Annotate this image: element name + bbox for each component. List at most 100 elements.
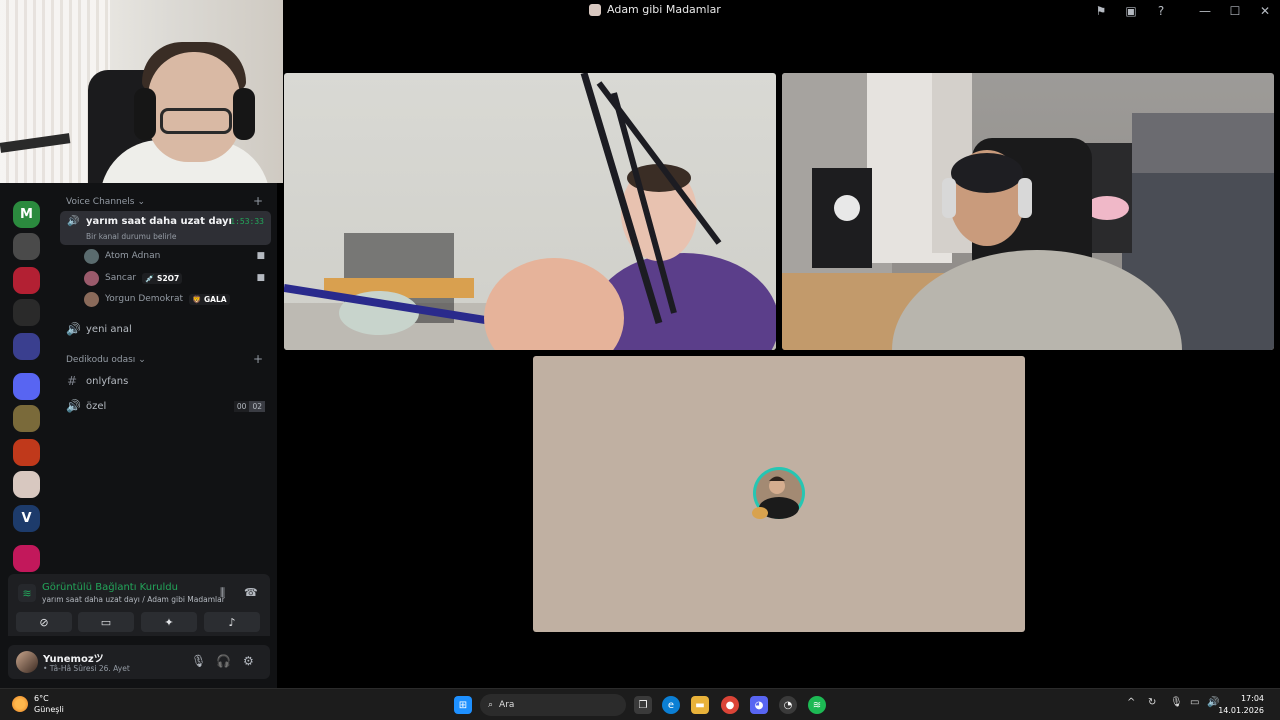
system-clock[interactable]: 17:04 14.01.2026 (1218, 693, 1264, 717)
video-feed-image (284, 73, 776, 350)
screen-share-icon[interactable]: ▭ (78, 612, 134, 632)
video-feed-image (782, 73, 1274, 350)
signal-icon[interactable]: ≋ (18, 584, 36, 602)
guild-folder-icon[interactable] (13, 373, 40, 400)
video-tile[interactable] (284, 73, 776, 350)
close-icon[interactable]: ✕ (1250, 0, 1280, 22)
category-voice-channels[interactable]: Voice Channels ⌄ (66, 197, 145, 207)
chevron-up-icon[interactable]: ^ (1127, 697, 1135, 708)
category-dedikodu[interactable]: Dedikodu odası ⌄ (66, 355, 146, 365)
taskbar-search[interactable]: ⌕ Ara (480, 694, 626, 716)
window-title: Adam gibi Madamlar (589, 3, 721, 16)
flag-icon[interactable]: ⚑ (1086, 0, 1116, 22)
help-icon[interactable]: ? (1146, 0, 1176, 22)
avatar (84, 291, 99, 307)
headphones-icon[interactable]: 🎧 (216, 654, 231, 668)
camera-off-icon[interactable]: ⊘ (16, 612, 72, 632)
guild-7-icon[interactable] (13, 405, 40, 432)
member-tag: 💉 S2O7 (142, 272, 183, 284)
category-label: Dedikodu odası (66, 355, 136, 365)
voice-connection-panel: ≋ Görüntülü Bağlantı Kuruldu yarım saat … (8, 574, 270, 636)
guild-3-icon[interactable] (13, 267, 40, 294)
disconnect-icon[interactable]: ☎ (244, 586, 258, 599)
guild-m-icon[interactable]: M (13, 201, 40, 228)
guild-10-icon[interactable]: V (13, 505, 40, 532)
voice-member[interactable]: Yorgun Demokrat 🦁 GALA (84, 290, 230, 308)
avatar (84, 270, 99, 286)
inbox-icon[interactable]: ▣ (1116, 0, 1146, 22)
chrome-icon[interactable]: ● (721, 696, 739, 714)
voice-member[interactable]: Atom Adnan (84, 247, 160, 265)
user-panel: Yunemozツ • Tâ-Hâ Sûresi 26. Ayet 🎙 🎧 ⚙ (8, 645, 270, 679)
guild-2-icon[interactable] (13, 233, 40, 260)
guild-5-icon[interactable] (13, 333, 40, 360)
member-name: Atom Adnan (105, 251, 161, 261)
add-channel-icon[interactable]: + (253, 194, 263, 208)
avatar (84, 248, 99, 264)
guild-folder-pink-icon[interactable] (13, 545, 40, 572)
video-tile-camera-off[interactable] (533, 356, 1025, 632)
user-count: 00 (233, 401, 250, 412)
maximize-icon[interactable]: ☐ (1220, 0, 1250, 22)
windows-taskbar: 6°C Güneşli ⊞ ⌕ Ara ❐ e ▬ ● ◕ ◔ ≋ ^ ↻ 🎙 … (0, 688, 1280, 720)
soundboard-icon[interactable]: ♪ (204, 612, 260, 632)
title-bar: Adam gibi Madamlar ⚑ ▣ ? — ☐ ✕ (283, 0, 1280, 22)
network-icon[interactable]: ▭ (1190, 697, 1199, 708)
user-avatar[interactable] (16, 651, 38, 673)
voice-channel-name: yarım saat daha uzat dayı (86, 216, 232, 227)
text-channel-onlyfans[interactable]: # onlyfans (66, 372, 128, 390)
user-limit-badge: 00 02 (233, 401, 265, 412)
start-windows-icon[interactable]: ⊞ (454, 696, 472, 714)
minimize-icon[interactable]: — (1190, 0, 1220, 22)
user-custom-status: • Tâ-Hâ Sûresi 26. Ayet (43, 664, 130, 673)
user-limit: 02 (249, 401, 265, 412)
noise-suppression-icon[interactable]: ⫼ (220, 586, 225, 600)
guild-8-icon[interactable] (13, 439, 40, 466)
settings-gear-icon[interactable]: ⚙ (243, 654, 254, 668)
window-title-text: Adam gibi Madamlar (607, 3, 721, 16)
channel-name: yeni anal (86, 323, 132, 335)
connection-status[interactable]: Görüntülü Bağlantı Kuruldu (42, 582, 178, 593)
chevron-down-icon: ⌄ (138, 355, 146, 365)
weather-widget[interactable]: 6°C Güneşli (12, 693, 64, 715)
voice-member[interactable]: Sancar 💉 S2O7 (84, 269, 183, 287)
speaker-icon: 🔊 (66, 322, 81, 336)
voice-channel-yeni-anal[interactable]: 🔊 yeni anal (66, 320, 132, 338)
member-name: Sancar (105, 273, 137, 283)
connection-location: yarım saat daha uzat dayı / Adam gibi Ma… (42, 595, 225, 604)
weather-temperature: 6°C (34, 694, 49, 703)
speaker-icon: 🔊 (66, 399, 81, 413)
voice-channel-ozel[interactable]: 🔊 özel (66, 397, 106, 415)
file-explorer-icon[interactable]: ▬ (691, 696, 709, 714)
search-icon: ⌕ (488, 700, 494, 710)
user-avatar-large (752, 467, 805, 519)
speaker-icon: 🔊 (67, 216, 80, 227)
add-channel-icon[interactable]: + (253, 352, 263, 366)
microphone-icon[interactable]: 🎙 (191, 654, 206, 668)
guild-4-icon[interactable] (13, 299, 40, 326)
server-icon (589, 3, 601, 16)
video-camera-icon: ■ (256, 251, 265, 261)
discord-icon[interactable]: ◕ (750, 696, 768, 714)
title-bar-actions: ⚑ ▣ ? — ☐ ✕ (1086, 0, 1280, 22)
weather-sun-icon (12, 696, 28, 712)
activities-icon[interactable]: ✦ (141, 612, 197, 632)
category-label: Voice Channels (66, 197, 135, 207)
clock-date: 14.01.2026 (1218, 706, 1264, 715)
voice-channel-active[interactable]: 🔊 yarım saat daha uzat dayı 1:53:33 Bir … (60, 211, 271, 245)
app-icon[interactable]: ◔ (779, 696, 797, 714)
guild-9-icon[interactable] (13, 471, 40, 498)
member-tag: 🦁 GALA (189, 293, 230, 305)
microphone-icon[interactable]: 🎙 (1170, 697, 1183, 708)
weather-description: Güneşli (34, 705, 64, 714)
task-view-icon[interactable]: ❐ (634, 696, 652, 714)
search-placeholder: Ara (499, 700, 515, 710)
channel-name: özel (86, 400, 107, 412)
sync-icon[interactable]: ↻ (1148, 697, 1156, 708)
call-timer: 1:53:33 (230, 217, 264, 226)
edge-browser-icon[interactable]: e (662, 696, 680, 714)
channel-status[interactable]: Bir kanal durumu belirle (86, 232, 176, 241)
spotify-icon[interactable]: ≋ (808, 696, 826, 714)
username[interactable]: Yunemozツ (43, 650, 104, 665)
video-tile[interactable] (782, 73, 1274, 350)
